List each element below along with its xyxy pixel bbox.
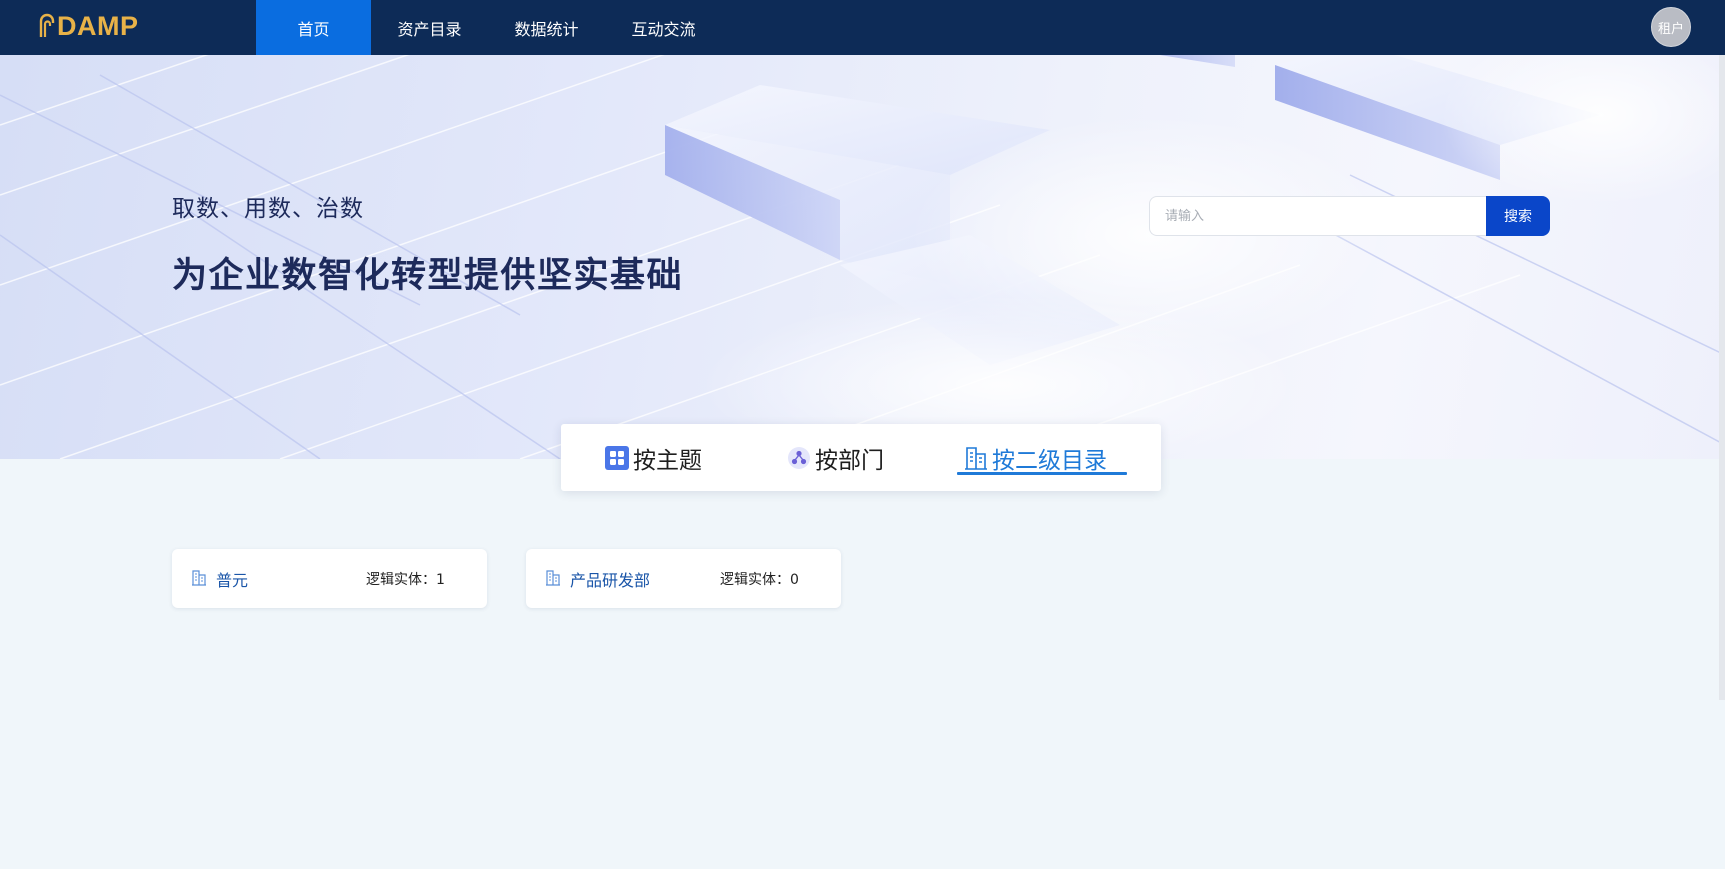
- nav-item-interaction[interactable]: 互动交流: [605, 0, 722, 55]
- tab-label: 按部门: [815, 447, 884, 474]
- nav-item-home[interactable]: 首页: [256, 0, 371, 55]
- top-navbar: DAMP 首页 资产目录 数据统计 互动交流 租户: [0, 0, 1725, 55]
- nav-item-label: 首页: [297, 19, 330, 39]
- nav-item-label: 互动交流: [631, 19, 696, 39]
- user-avatar[interactable]: 租户: [1651, 7, 1691, 47]
- hero-subtitle: 取数、用数、治数: [172, 196, 364, 222]
- tab-by-subcatalog[interactable]: 按二级目录: [964, 424, 1107, 491]
- tab-label: 按二级目录: [992, 447, 1107, 474]
- tab-label: 按主题: [633, 447, 702, 474]
- count-value: 1: [436, 572, 445, 588]
- hero-title: 为企业数智化转型提供坚实基础: [172, 256, 684, 296]
- active-tab-indicator: [957, 472, 1127, 475]
- brand-logo[interactable]: DAMP: [38, 6, 139, 46]
- search-bar: 搜索: [1149, 196, 1550, 236]
- logo-text: DAMP: [57, 10, 139, 41]
- avatar-label: 租户: [1657, 21, 1684, 37]
- tab-by-department[interactable]: 按部门: [787, 424, 884, 491]
- building-icon: [546, 570, 560, 586]
- main-nav: 首页 资产目录 数据统计 互动交流: [256, 0, 722, 55]
- search-button[interactable]: 搜索: [1486, 196, 1550, 236]
- building-icon: [965, 446, 987, 470]
- nav-item-asset-catalog[interactable]: 资产目录: [371, 0, 488, 55]
- page-scrollbar[interactable]: [1719, 55, 1725, 700]
- logo-mark-icon: [39, 13, 55, 37]
- tab-by-topic[interactable]: 按主题: [605, 424, 702, 491]
- nav-item-data-statistics[interactable]: 数据统计: [488, 0, 605, 55]
- category-tabs: 按主题 按部门 按二级目录: [561, 424, 1161, 491]
- org-icon: [788, 446, 810, 469]
- catalog-card-count: 逻辑实体：0: [720, 569, 799, 589]
- catalog-card-count: 逻辑实体：1: [366, 569, 445, 589]
- count-value: 0: [790, 572, 799, 588]
- grid-icon: [605, 445, 629, 470]
- count-label: 逻辑实体：: [720, 572, 790, 588]
- hero-banner: 取数、用数、治数 为企业数智化转型提供坚实基础 搜索: [0, 55, 1725, 459]
- nav-item-label: 资产目录: [397, 19, 462, 39]
- catalog-card-name: 产品研发部: [570, 571, 651, 590]
- catalog-card[interactable]: 普元 逻辑实体：1: [172, 549, 487, 608]
- count-label: 逻辑实体：: [366, 572, 436, 588]
- nav-item-label: 数据统计: [514, 19, 579, 39]
- catalog-card[interactable]: 产品研发部 逻辑实体：0: [526, 549, 841, 608]
- catalog-card-name: 普元: [216, 571, 249, 590]
- search-input[interactable]: [1149, 196, 1486, 236]
- building-icon: [192, 570, 206, 586]
